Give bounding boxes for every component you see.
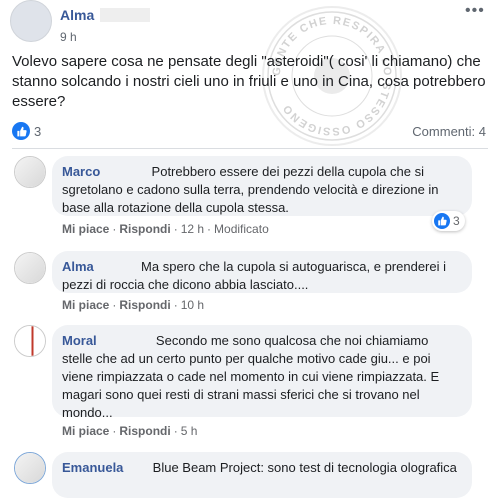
post-author-avatar[interactable]: [10, 0, 52, 42]
reply-comment-button[interactable]: Rispondi: [119, 222, 170, 236]
like-comment-button[interactable]: Mi piace: [62, 424, 109, 438]
comment-avatar[interactable]: [14, 452, 46, 484]
comment-text: Potrebbero essere dei pezzi della cupola…: [62, 164, 439, 215]
comment-author[interactable]: Emanuela: [62, 460, 123, 475]
redacted-name-block: [100, 8, 150, 22]
post-comments-count[interactable]: Commenti: 4: [412, 124, 486, 139]
more-options-icon[interactable]: •••: [465, 2, 485, 20]
comment-bubble: Emanuela Blue Beam Project: sono test di…: [52, 452, 472, 498]
comment-reaction-pill[interactable]: 3: [432, 211, 465, 231]
thumbs-up-icon: [16, 126, 27, 136]
comment-author[interactable]: Marco: [62, 164, 100, 179]
comment-text: Ma spero che la cupola si autoguarisca, …: [62, 259, 447, 292]
like-reaction-icon: [434, 213, 450, 229]
comment-edited-label: Modificato: [214, 222, 269, 236]
reply-comment-button[interactable]: Rispondi: [119, 424, 170, 438]
comment-time[interactable]: 5 h: [181, 424, 198, 438]
post-like-count[interactable]: 3: [34, 124, 41, 139]
comment-bubble: Alma Ma spero che la cupola si autoguari…: [52, 251, 472, 293]
comment-text: Blue Beam Project: sono test di tecnolog…: [152, 460, 457, 475]
comment-time[interactable]: 12 h: [181, 222, 204, 236]
like-reaction-icon[interactable]: [12, 122, 30, 140]
post-body-text: Volevo sapere cosa ne pensate degli "ast…: [12, 53, 486, 110]
comment-avatar[interactable]: [14, 156, 46, 188]
comment-actions: Mi piace · Rispondi · 10 h: [62, 298, 205, 312]
comment-avatar[interactable]: [14, 252, 46, 284]
comment-bubble: Marco Potrebbero essere dei pezzi della …: [52, 156, 472, 216]
like-comment-button[interactable]: Mi piace: [62, 298, 109, 312]
comment-actions: Mi piace · Rispondi · 5 h: [62, 424, 198, 438]
comment-bubble: Moral Secondo me sono qualcosa che noi c…: [52, 325, 472, 420]
like-comment-button[interactable]: Mi piace: [62, 222, 109, 236]
comment-reaction-count: 3: [453, 214, 460, 228]
post-divider: [12, 148, 488, 149]
thumbs-up-icon: [438, 216, 447, 226]
comment-avatar[interactable]: [14, 325, 46, 357]
comment-author[interactable]: Moral: [62, 333, 97, 348]
post-author-name[interactable]: Alma: [60, 7, 94, 23]
reply-comment-button[interactable]: Rispondi: [119, 298, 170, 312]
comment-time[interactable]: 10 h: [181, 298, 204, 312]
comment-author[interactable]: Alma: [62, 259, 94, 274]
comment-text: Secondo me sono qualcosa che noi chiamia…: [62, 333, 440, 420]
post-timestamp[interactable]: 9 h: [60, 30, 77, 44]
comment-actions: Mi piace · Rispondi · 12 h · Modificato: [62, 222, 269, 236]
